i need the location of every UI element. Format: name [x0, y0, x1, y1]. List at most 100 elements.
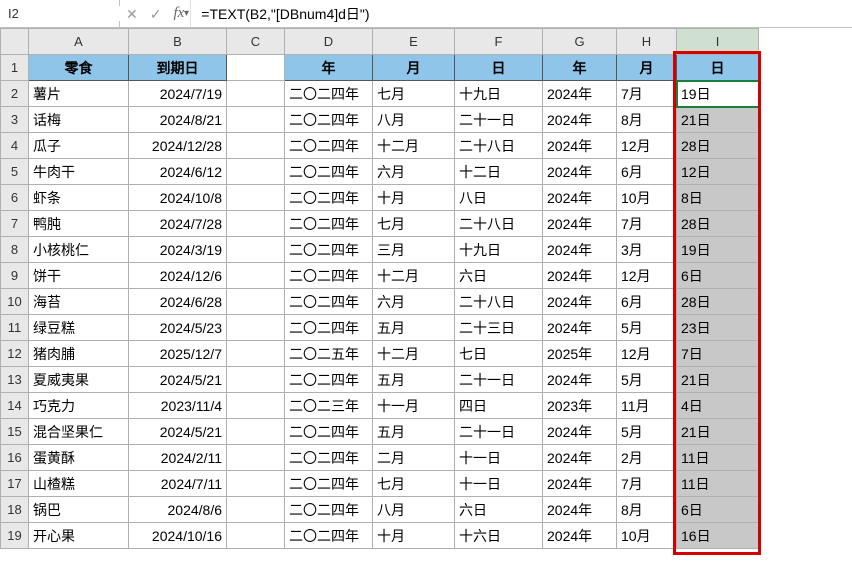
cell-C7[interactable]: [227, 211, 285, 237]
cell-E5[interactable]: 六月: [373, 159, 455, 185]
cell-I16[interactable]: 11日: [677, 445, 759, 471]
cell-H8[interactable]: 3月: [617, 237, 677, 263]
cell-F4[interactable]: 二十八日: [455, 133, 543, 159]
cell-G5[interactable]: 2024年: [543, 159, 617, 185]
cell-A18[interactable]: 锅巴: [29, 497, 129, 523]
cell-F5[interactable]: 十二日: [455, 159, 543, 185]
col-header-I[interactable]: I: [677, 29, 759, 55]
cell-C14[interactable]: [227, 393, 285, 419]
cell-G12[interactable]: 2025年: [543, 341, 617, 367]
cell-C19[interactable]: [227, 523, 285, 549]
cell-G11[interactable]: 2024年: [543, 315, 617, 341]
row-header-7[interactable]: 7: [1, 211, 29, 237]
cell-A17[interactable]: 山楂糕: [29, 471, 129, 497]
cell-I17[interactable]: 11日: [677, 471, 759, 497]
accept-icon[interactable]: ✓: [150, 7, 162, 21]
row-header-13[interactable]: 13: [1, 367, 29, 393]
cell-F16[interactable]: 十一日: [455, 445, 543, 471]
cell-F14[interactable]: 四日: [455, 393, 543, 419]
row-header-19[interactable]: 19: [1, 523, 29, 549]
cell-I3[interactable]: 21日: [677, 107, 759, 133]
cell-D1[interactable]: 年: [285, 55, 373, 81]
cell-H19[interactable]: 10月: [617, 523, 677, 549]
cell-E3[interactable]: 八月: [373, 107, 455, 133]
row-header-1[interactable]: 1: [1, 55, 29, 81]
cell-B2[interactable]: 2024/7/19: [129, 81, 227, 107]
cell-D9[interactable]: 二〇二四年: [285, 263, 373, 289]
cell-B1[interactable]: 到期日: [129, 55, 227, 81]
cell-I11[interactable]: 23日: [677, 315, 759, 341]
cell-E9[interactable]: 十二月: [373, 263, 455, 289]
row-header-3[interactable]: 3: [1, 107, 29, 133]
cell-B6[interactable]: 2024/10/8: [129, 185, 227, 211]
cell-H13[interactable]: 5月: [617, 367, 677, 393]
row-header-10[interactable]: 10: [1, 289, 29, 315]
cell-G19[interactable]: 2024年: [543, 523, 617, 549]
cell-H17[interactable]: 7月: [617, 471, 677, 497]
cell-A6[interactable]: 虾条: [29, 185, 129, 211]
cell-F2[interactable]: 十九日: [455, 81, 543, 107]
cell-C10[interactable]: [227, 289, 285, 315]
fx-icon[interactable]: fx: [173, 5, 184, 22]
cell-D2[interactable]: 二〇二四年: [285, 81, 373, 107]
cell-H16[interactable]: 2月: [617, 445, 677, 471]
row-header-11[interactable]: 11: [1, 315, 29, 341]
cell-A14[interactable]: 巧克力: [29, 393, 129, 419]
cell-G7[interactable]: 2024年: [543, 211, 617, 237]
cell-E16[interactable]: 二月: [373, 445, 455, 471]
cell-H6[interactable]: 10月: [617, 185, 677, 211]
cell-E17[interactable]: 七月: [373, 471, 455, 497]
cell-G18[interactable]: 2024年: [543, 497, 617, 523]
cell-I9[interactable]: 6日: [677, 263, 759, 289]
cell-D17[interactable]: 二〇二四年: [285, 471, 373, 497]
cell-B19[interactable]: 2024/10/16: [129, 523, 227, 549]
cell-E8[interactable]: 三月: [373, 237, 455, 263]
row-header-12[interactable]: 12: [1, 341, 29, 367]
cell-F3[interactable]: 二十一日: [455, 107, 543, 133]
cell-I18[interactable]: 6日: [677, 497, 759, 523]
row-header-18[interactable]: 18: [1, 497, 29, 523]
cell-D14[interactable]: 二〇二三年: [285, 393, 373, 419]
cell-D11[interactable]: 二〇二四年: [285, 315, 373, 341]
cell-C17[interactable]: [227, 471, 285, 497]
cell-D8[interactable]: 二〇二四年: [285, 237, 373, 263]
row-header-9[interactable]: 9: [1, 263, 29, 289]
cell-C5[interactable]: [227, 159, 285, 185]
row-header-17[interactable]: 17: [1, 471, 29, 497]
cell-G6[interactable]: 2024年: [543, 185, 617, 211]
cell-E4[interactable]: 十二月: [373, 133, 455, 159]
cell-B18[interactable]: 2024/8/6: [129, 497, 227, 523]
cell-E10[interactable]: 六月: [373, 289, 455, 315]
cell-F9[interactable]: 六日: [455, 263, 543, 289]
cell-C8[interactable]: [227, 237, 285, 263]
cell-E12[interactable]: 十二月: [373, 341, 455, 367]
cell-C2[interactable]: [227, 81, 285, 107]
cell-H14[interactable]: 11月: [617, 393, 677, 419]
cell-I12[interactable]: 7日: [677, 341, 759, 367]
cell-E6[interactable]: 十月: [373, 185, 455, 211]
cell-A4[interactable]: 瓜子: [29, 133, 129, 159]
col-header-A[interactable]: A: [29, 29, 129, 55]
cell-F19[interactable]: 十六日: [455, 523, 543, 549]
cell-B13[interactable]: 2024/5/21: [129, 367, 227, 393]
cell-I13[interactable]: 21日: [677, 367, 759, 393]
cell-D13[interactable]: 二〇二四年: [285, 367, 373, 393]
cell-B14[interactable]: 2023/11/4: [129, 393, 227, 419]
cell-F17[interactable]: 十一日: [455, 471, 543, 497]
cell-B16[interactable]: 2024/2/11: [129, 445, 227, 471]
cell-A10[interactable]: 海苔: [29, 289, 129, 315]
cell-A7[interactable]: 鸭肫: [29, 211, 129, 237]
cell-I7[interactable]: 28日: [677, 211, 759, 237]
cell-A2[interactable]: 薯片: [29, 81, 129, 107]
cell-A11[interactable]: 绿豆糕: [29, 315, 129, 341]
cell-I6[interactable]: 8日: [677, 185, 759, 211]
cell-G14[interactable]: 2023年: [543, 393, 617, 419]
cell-G3[interactable]: 2024年: [543, 107, 617, 133]
cell-H9[interactable]: 12月: [617, 263, 677, 289]
cell-E14[interactable]: 十一月: [373, 393, 455, 419]
cell-A15[interactable]: 混合坚果仁: [29, 419, 129, 445]
cell-B17[interactable]: 2024/7/11: [129, 471, 227, 497]
cell-F7[interactable]: 二十八日: [455, 211, 543, 237]
cell-H10[interactable]: 6月: [617, 289, 677, 315]
cell-C12[interactable]: [227, 341, 285, 367]
